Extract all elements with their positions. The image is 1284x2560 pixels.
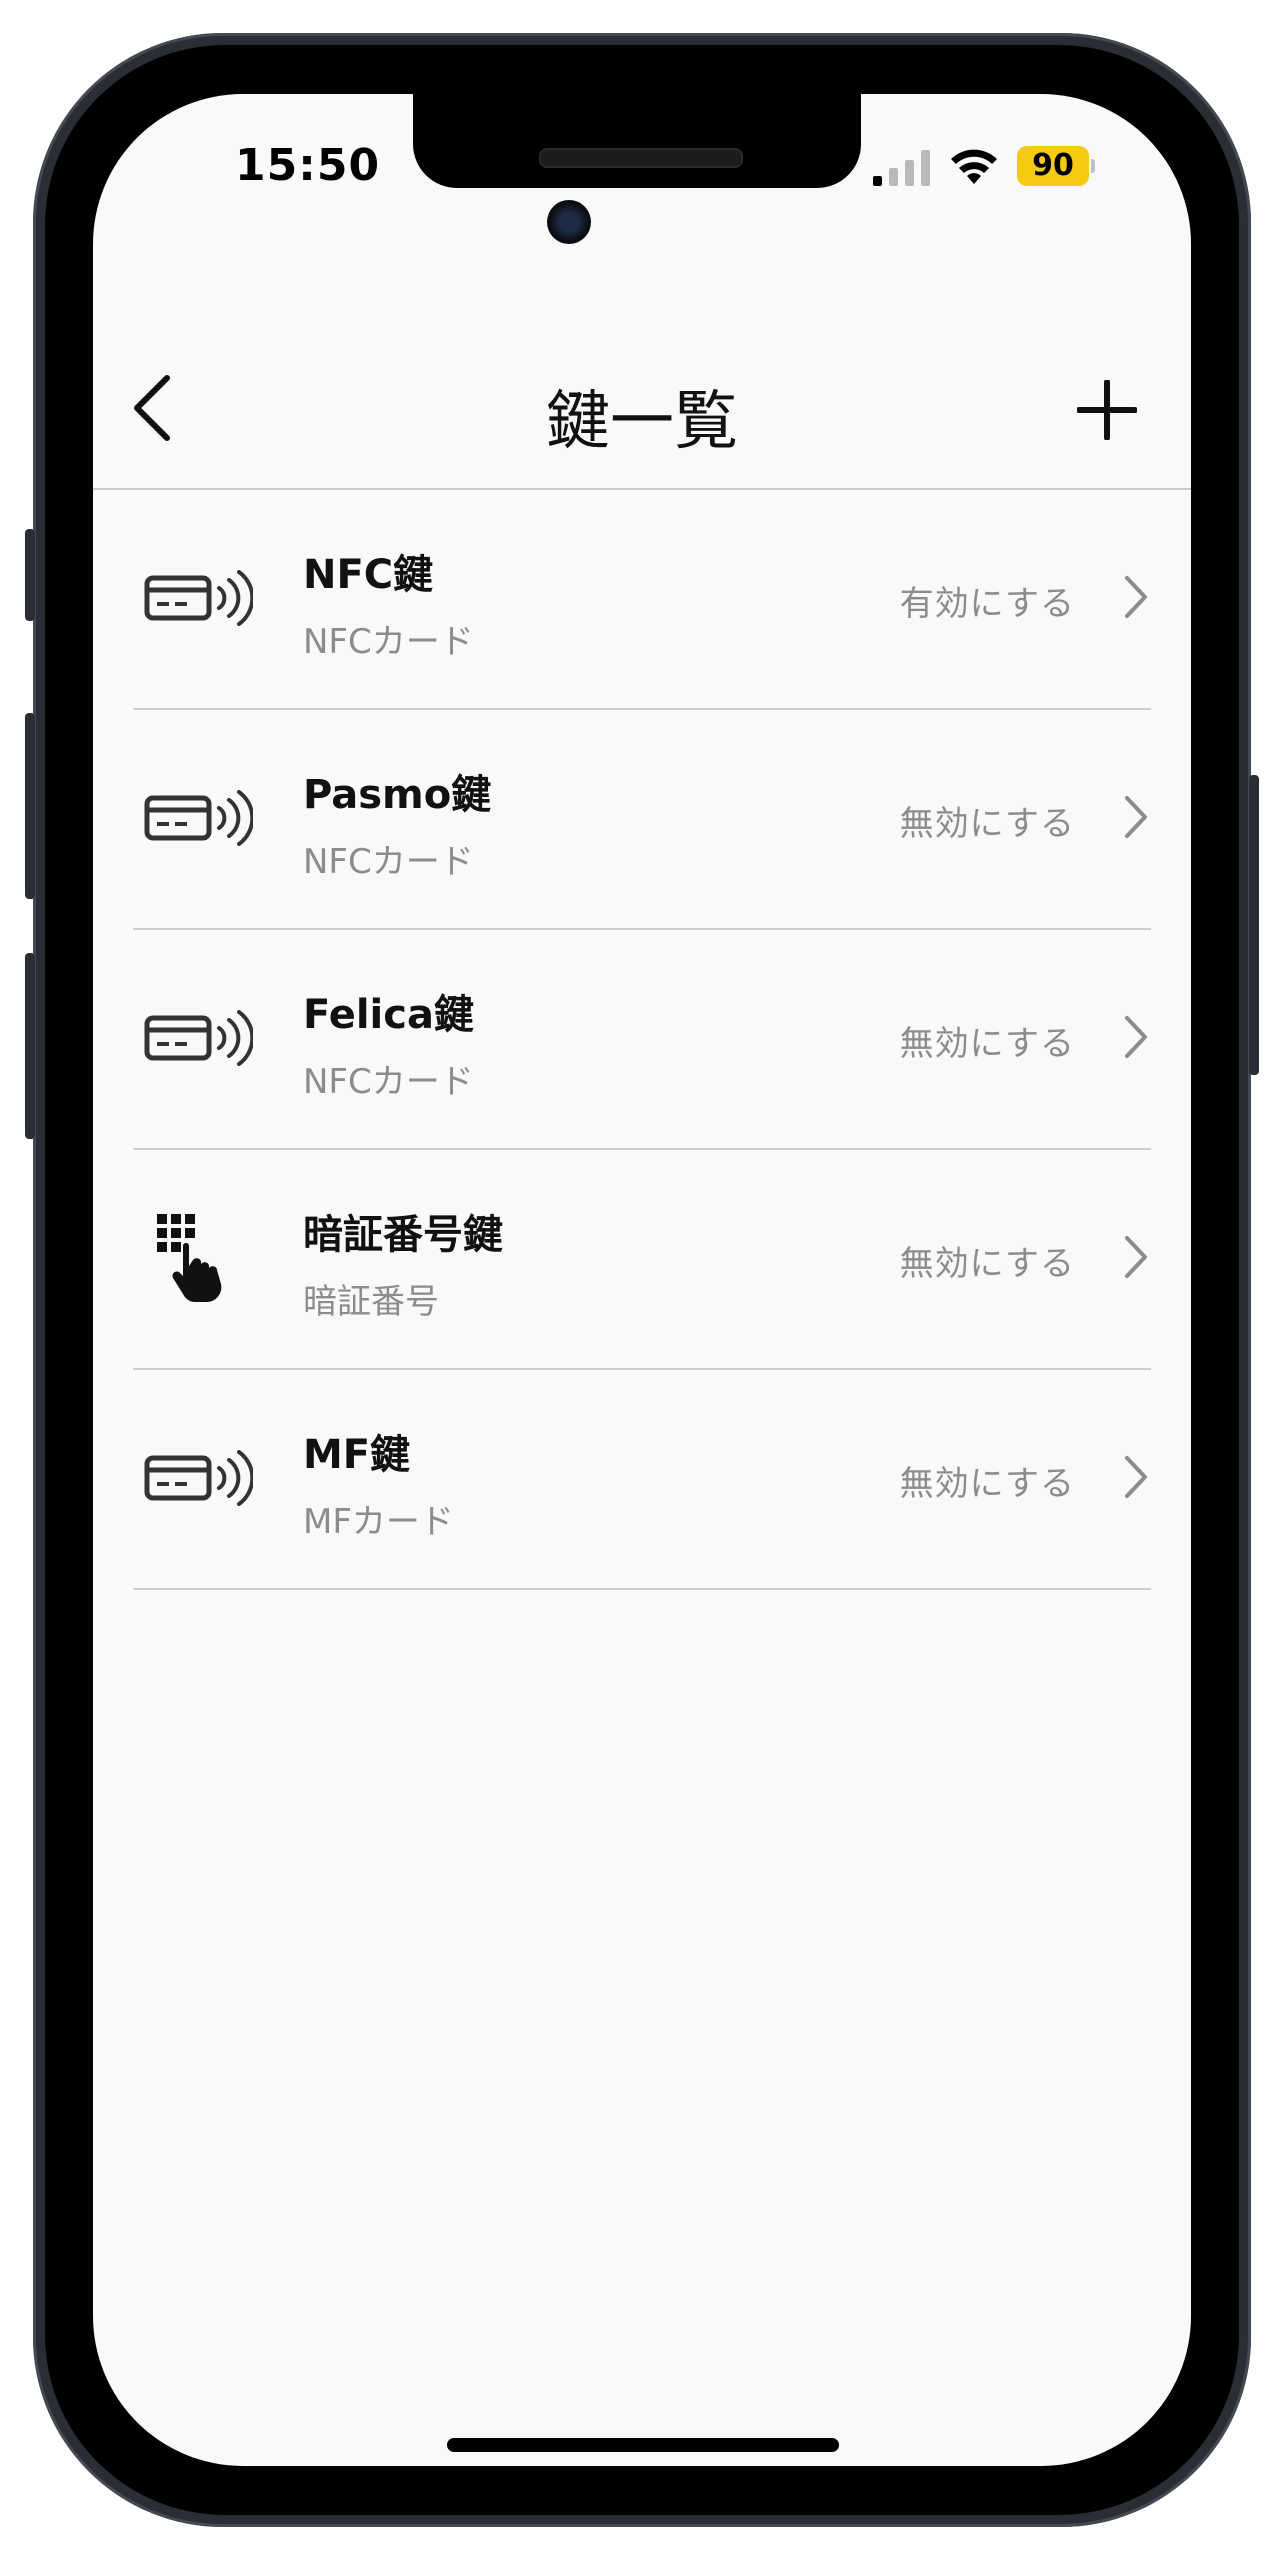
page-title: 鍵一覧 — [546, 385, 738, 459]
key-row-pasmo[interactable]: Pasmo鍵 NFCカード 無効にする — [133, 710, 1151, 930]
nfc-card-icon — [144, 570, 253, 626]
nfc-card-icon — [144, 790, 253, 846]
key-type: 暗証番号 — [303, 1282, 439, 1322]
key-toggle-action[interactable]: 無効にする — [900, 1236, 1075, 1285]
key-row-pin[interactable]: 暗証番号鍵 暗証番号 無効にする — [133, 1150, 1151, 1370]
key-type: NFCカード — [303, 622, 474, 662]
battery-icon: 90 — [1017, 146, 1095, 186]
wifi-icon — [951, 149, 997, 184]
key-toggle-action[interactable]: 無効にする — [900, 796, 1075, 845]
key-toggle-action[interactable]: 無効にする — [900, 1016, 1075, 1065]
chevron-right-icon — [1125, 576, 1147, 618]
cellular-signal-icon — [873, 150, 930, 186]
volume-down-button — [25, 953, 35, 1139]
key-toggle-action[interactable]: 有効にする — [900, 576, 1075, 625]
navigation-bar: 鍵一覧 — [93, 294, 1191, 490]
battery-level: 90 — [1017, 146, 1089, 186]
chevron-right-icon — [1125, 796, 1147, 838]
battery-cap — [1091, 159, 1095, 173]
app-screen: 15:50 90 鍵一覧 NFC鍵 NFCカード 有効にする Pasmo鍵 NF… — [93, 94, 1191, 2466]
key-name: Felica鍵 — [303, 992, 474, 1038]
key-toggle-action[interactable]: 無効にする — [900, 1456, 1075, 1505]
chevron-right-icon — [1125, 1016, 1147, 1058]
mute-switch — [25, 529, 35, 621]
key-type: NFCカード — [303, 1062, 474, 1102]
power-button — [1249, 775, 1259, 1075]
add-key-button[interactable] — [1077, 380, 1137, 440]
nfc-card-icon — [144, 1010, 253, 1066]
key-name: NFC鍵 — [303, 552, 434, 598]
volume-up-button — [25, 713, 35, 899]
earpiece-speaker — [539, 148, 743, 168]
key-row-nfc[interactable]: NFC鍵 NFCカード 有効にする — [133, 490, 1151, 710]
chevron-right-icon — [1125, 1456, 1147, 1498]
home-indicator[interactable] — [447, 2438, 839, 2452]
key-type: NFCカード — [303, 842, 474, 882]
plus-icon — [1077, 380, 1137, 440]
key-name: MF鍵 — [303, 1432, 411, 1478]
keypad-icon — [157, 1214, 222, 1302]
key-row-felica[interactable]: Felica鍵 NFCカード 無効にする — [133, 930, 1151, 1150]
key-row-mf[interactable]: MF鍵 MFカード 無効にする — [133, 1370, 1151, 1590]
chevron-right-icon — [1125, 1236, 1147, 1278]
key-type: MFカード — [303, 1502, 454, 1542]
status-time: 15:50 — [235, 140, 381, 191]
nfc-card-icon — [144, 1450, 253, 1506]
key-name: Pasmo鍵 — [303, 772, 492, 818]
key-name: 暗証番号鍵 — [303, 1212, 503, 1258]
front-camera — [547, 200, 591, 244]
key-list: NFC鍵 NFCカード 有効にする Pasmo鍵 NFCカード 無効にする Fe… — [93, 490, 1191, 1590]
